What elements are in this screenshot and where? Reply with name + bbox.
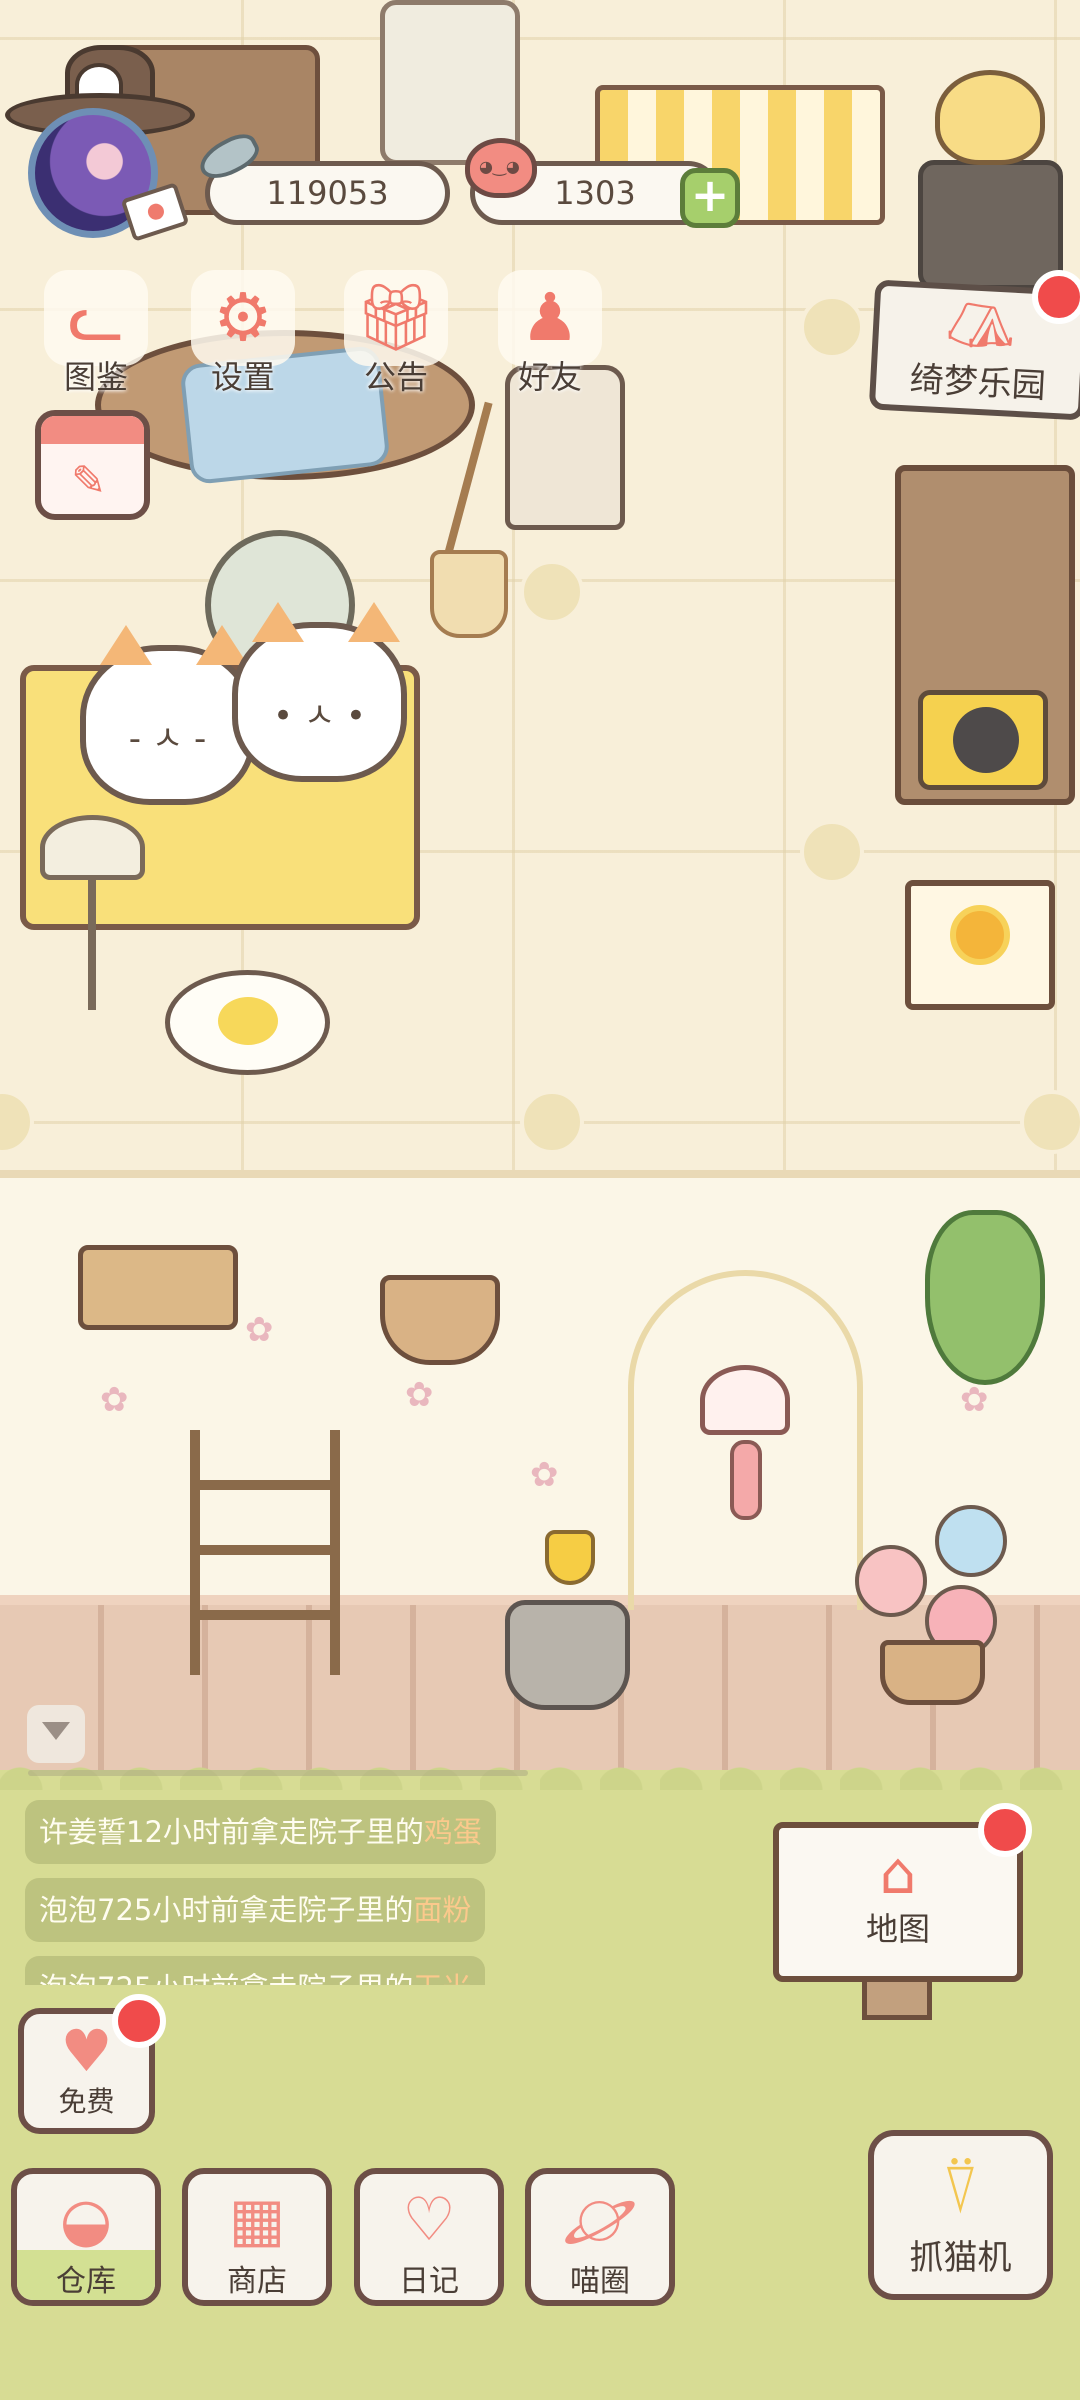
house-icon: ⌂ [879,1839,917,1907]
diary-button[interactable]: ♡ 日记 [354,2168,504,2306]
claw-machine-icon: ⍢ [940,2150,981,2227]
flower-ladder [190,1430,340,1675]
stove-table [918,160,1063,290]
shop-icon: ▦ [228,2185,286,2255]
claw-machine-label: 抓猫机 [909,2238,1012,2278]
settings-button[interactable]: ⚙ 设置 [183,270,303,398]
claw-machine-button[interactable]: ⍢ 抓猫机 [868,2130,1053,2300]
shop-button[interactable]: ▦ 商店 [182,2168,332,2306]
collection-label: 图鉴 [63,358,128,396]
feed-divider [28,1770,528,1776]
shop-label: 商店 [227,2264,287,2299]
warehouse-icon: ◒ [59,2185,113,2255]
warehouse-label: 仓库 [56,2264,116,2299]
dream-park-label: 绮梦乐园 [908,359,1047,407]
feed-item: 泡泡725小时前拿走院子里的面粉 [25,1878,486,1942]
feed-item: 许姜誓12小时前拿走院子里的鸡蛋 [25,1800,496,1864]
cat[interactable]: - ㅅ - [80,625,255,805]
friends-label: 好友 [517,358,582,396]
flower-pot [880,1640,985,1705]
tulip [545,1530,595,1585]
kettle [935,70,1045,165]
cat[interactable]: • ㅅ • [232,602,407,782]
friends-icon: ♟ [520,279,580,356]
floor-tile-ornament [800,820,864,884]
notification-dot [112,1994,166,2048]
wall-flower-pattern: ✿ [405,1375,434,1415]
morning-glory [935,1505,1007,1577]
collection-button[interactable]: ᓚ 图鉴 [36,270,156,398]
planet-cat-icon: 🪐︎ [561,2185,639,2255]
collapse-feed-button[interactable] [27,1705,85,1763]
diary-label: 日记 [399,2264,459,2299]
cat-head-icon: ᓚ [67,279,125,356]
hanging-herbs [925,1210,1045,1385]
coin-amount: 119053 [266,174,389,212]
gift-icon: 🎁︎ [354,279,438,356]
wall-flower-pattern: ✿ [245,1310,274,1350]
floor-tile-ornament [520,560,584,624]
warehouse-button[interactable]: ◒ 仓库 [11,2168,161,2306]
broom [430,400,508,638]
meow-circle-button[interactable]: 🪐︎ 喵圈 [525,2168,675,2306]
hanging-flower-pot [380,1275,500,1365]
wall-flower-pattern: ✿ [960,1380,989,1420]
settings-label: 设置 [210,358,275,396]
floor-tile-ornament [1020,1090,1080,1154]
heart-currency-icon [465,138,537,198]
free-label: 免费 [58,2085,115,2118]
map-label: 地图 [865,1910,930,1948]
feed-item: 泡泡725小时前拿走院子里的玉米 [25,1956,486,1985]
record-player [918,690,1048,790]
coin-counter: 119053 [205,161,450,225]
announcement-button[interactable]: 🎁︎ 公告 [336,270,456,398]
wind-chime [700,1365,790,1435]
wall-flower-pattern: ✿ [530,1455,559,1495]
floor-tile-ornament [520,1090,584,1154]
diary-icon: ♡ [402,2185,456,2255]
floor-lamp-pole [88,880,96,1010]
floor-tile-ornament [800,295,864,359]
sunflower-painting [950,905,1010,965]
announcement-label: 公告 [363,358,428,396]
add-hearts-button[interactable]: + [680,168,740,228]
calendar-button[interactable]: ✎ [35,410,150,520]
pencil-icon: ✎ [71,456,107,505]
activity-feed: 许姜誓12小时前拿走院子里的鸡蛋 泡泡725小时前拿走院子里的面粉 泡泡725小… [25,1800,585,1985]
wall-flower-pattern: ✿ [100,1380,129,1420]
floor-lamp [40,815,145,880]
tulip-pot [505,1600,630,1710]
friends-button[interactable]: ♟ 好友 [490,270,610,398]
room-wall [0,1170,1080,1620]
heart-amount: 1303 [554,174,636,212]
gear-icon: ⚙ [213,279,273,356]
wind-chime-tail [730,1440,762,1520]
notification-dot [1032,270,1080,324]
fried-egg-rug [165,970,330,1075]
meow-circle-label: 喵圈 [570,2264,630,2299]
morning-glory [855,1545,927,1617]
notification-dot [978,1803,1032,1857]
plus-icon: + [690,168,730,222]
flower-planter [78,1245,238,1330]
